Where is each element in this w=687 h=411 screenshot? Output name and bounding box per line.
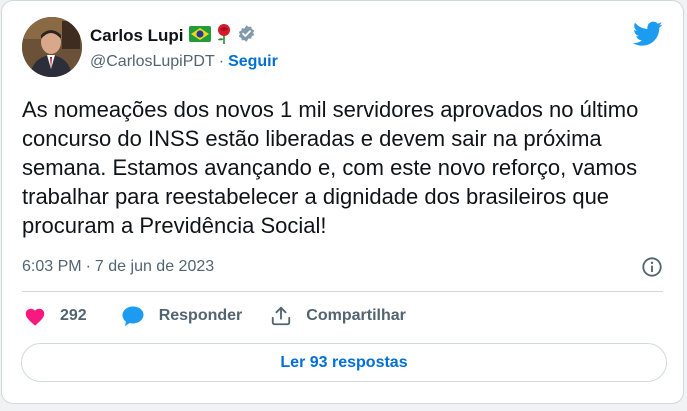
verified-badge-icon [237,24,256,48]
separator-dot: · [218,53,225,70]
rose-icon [216,23,232,49]
avatar[interactable] [22,17,82,77]
info-icon[interactable] [641,256,663,278]
reply-label: Responder [158,307,243,324]
author-name-row: Carlos Lupi [90,23,256,49]
separator-dot: · [85,258,91,275]
share-label: Compartilhar [306,307,406,324]
reply-bubble-icon [121,305,145,327]
share-upload-icon [270,305,292,327]
like-button[interactable]: 292 [24,306,121,326]
author-name[interactable]: Carlos Lupi [90,26,184,46]
tweet-timestamp[interactable]: 6:03 PM · 7 de jun de 2023 [22,258,214,276]
tweet-text: As nomeações dos novos 1 mil servidores … [22,97,639,238]
reply-button[interactable]: Responder [121,305,271,327]
author-handle[interactable]: @CarlosLupiPDT [90,53,215,71]
read-replies-label: Ler 93 respostas [280,353,408,371]
tweet-date[interactable]: 7 de jun de 2023 [95,258,214,276]
brazil-flag-icon [188,25,211,47]
heart-icon [24,306,46,326]
twitter-bird-icon[interactable] [632,21,663,47]
tweet-actions: 292 Responder Compartilhar [24,305,406,327]
share-button[interactable]: Compartilhar [270,305,406,327]
read-replies-button[interactable]: Ler 93 respostas [21,343,667,382]
follow-button[interactable]: Seguir [228,53,278,71]
tweet-time[interactable]: 6:03 PM [22,258,82,276]
author-handle-row: @CarlosLupiPDT · Seguir [90,53,278,71]
tweet-card: Carlos Lupi @CarlosLupiPDT · Seguir As n… [1,0,684,404]
like-count: 292 [60,307,87,324]
divider [22,291,663,292]
